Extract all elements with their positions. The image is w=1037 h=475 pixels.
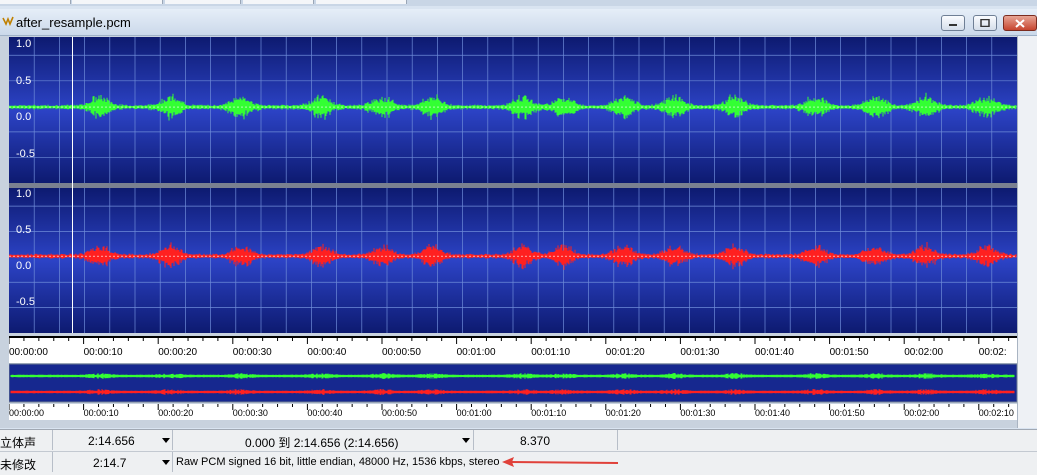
top-tab-strip: [0, 0, 1037, 6]
time-tick-label: 00:00:40: [307, 347, 347, 358]
y-label: 0.5: [16, 75, 32, 87]
time-tick-label: 00:01:30: [680, 347, 720, 358]
selection-range: 0.000 到 2:14.656 (2:14.656): [245, 436, 399, 450]
time-tick-label: 00:02:: [978, 347, 1007, 358]
audio-format: Raw PCM signed 16 bit, little endian, 48…: [176, 456, 500, 468]
time-tick-label: 00:01:30: [680, 408, 716, 418]
time-tick-label: 00:00:00: [9, 347, 48, 358]
time-tick-label: 00:01:00: [456, 347, 496, 358]
close-icon: [1015, 19, 1025, 28]
cursor-value: 8.370: [520, 434, 551, 448]
annotation-arrow-icon: [502, 457, 619, 467]
time-tick-label: 00:00:10: [83, 408, 119, 418]
y-label: -0.5: [16, 148, 35, 160]
time-tick-label: 00:00:30: [232, 408, 268, 418]
time-tick-label: 00:00:20: [158, 347, 198, 358]
y-label: -0.5: [16, 296, 35, 308]
vertical-scrollbar[interactable]: [1017, 36, 1037, 428]
time-tick-label: 00:00:20: [158, 408, 194, 418]
maximize-icon: [980, 19, 990, 27]
time-tick-label: 00:01:50: [829, 408, 865, 418]
modified-state: 未修改: [0, 458, 37, 472]
time-tick-label: 00:00:50: [382, 347, 421, 358]
length-value: 2:14.656: [88, 434, 135, 448]
time-tick-label: 00:00:30: [232, 347, 272, 358]
status-bar-selection: 立体声 2:14.656 0.000 到 2:14.656 (2:14.656)…: [0, 429, 1037, 451]
time-tick-label: 00:01:50: [829, 347, 869, 358]
time-tick-label: 00:01:10: [531, 408, 567, 418]
timeline-ruler[interactable]: 00:00:00 00:00:10 00:00:20 00:00:30 00:00:40…: [9, 336, 1017, 364]
y-label: 0.5: [16, 224, 32, 236]
y-label: 0.0: [16, 111, 32, 123]
y-label: 1.0: [16, 188, 32, 200]
time-tick-label: 00:01:20: [605, 347, 645, 358]
time-tick-label: 00:01:40: [755, 408, 791, 418]
time-tick-label: 00:01:10: [531, 347, 571, 358]
overview-timeline-ruler: 00:00:00 00:00:10 00:00:20 00:00:30 00:00:40…: [9, 404, 1017, 420]
y-label: 1.0: [16, 38, 32, 50]
chevron-down-icon[interactable]: [162, 438, 170, 443]
time-tick-label: 00:00:10: [83, 347, 123, 358]
channel-mode: 立体声: [0, 436, 37, 450]
playback-cursor[interactable]: [72, 37, 73, 333]
time-tick-label: 00:01:40: [755, 347, 794, 358]
y-label: 0.0: [16, 260, 32, 272]
document-title-bar: after_resample.pcm: [0, 9, 1037, 36]
left-channel-waveform[interactable]: [9, 37, 1017, 183]
time-tick-label: 00:02:10: [978, 408, 1014, 418]
time-tick-label: 00:01:00: [456, 408, 492, 418]
time-tick-label: 00:01:20: [605, 408, 641, 418]
time-tick-label: 00:00:50: [382, 408, 418, 418]
maximize-button[interactable]: [973, 15, 997, 31]
minimize-icon: [949, 24, 957, 26]
time-tick-label: 00:00:40: [307, 408, 343, 418]
overview-waveform[interactable]: [8, 363, 1018, 403]
right-channel-waveform[interactable]: [9, 188, 1017, 333]
length-short: 2:14.7: [93, 456, 127, 470]
time-tick-label: 00:02:00: [904, 408, 940, 418]
chevron-down-icon[interactable]: [462, 438, 470, 443]
close-button[interactable]: [1003, 15, 1037, 31]
status-bar-format: 未修改 2:14.7 Raw PCM signed 16 bit, little…: [0, 451, 1037, 475]
time-tick-label: 00:02:00: [904, 347, 944, 358]
time-tick-label: 00:00:00: [9, 408, 45, 418]
window-title: after_resample.pcm: [16, 15, 131, 30]
waveform-file-icon: [2, 15, 14, 30]
minimize-button[interactable]: [941, 15, 965, 31]
chevron-down-icon[interactable]: [162, 460, 170, 465]
